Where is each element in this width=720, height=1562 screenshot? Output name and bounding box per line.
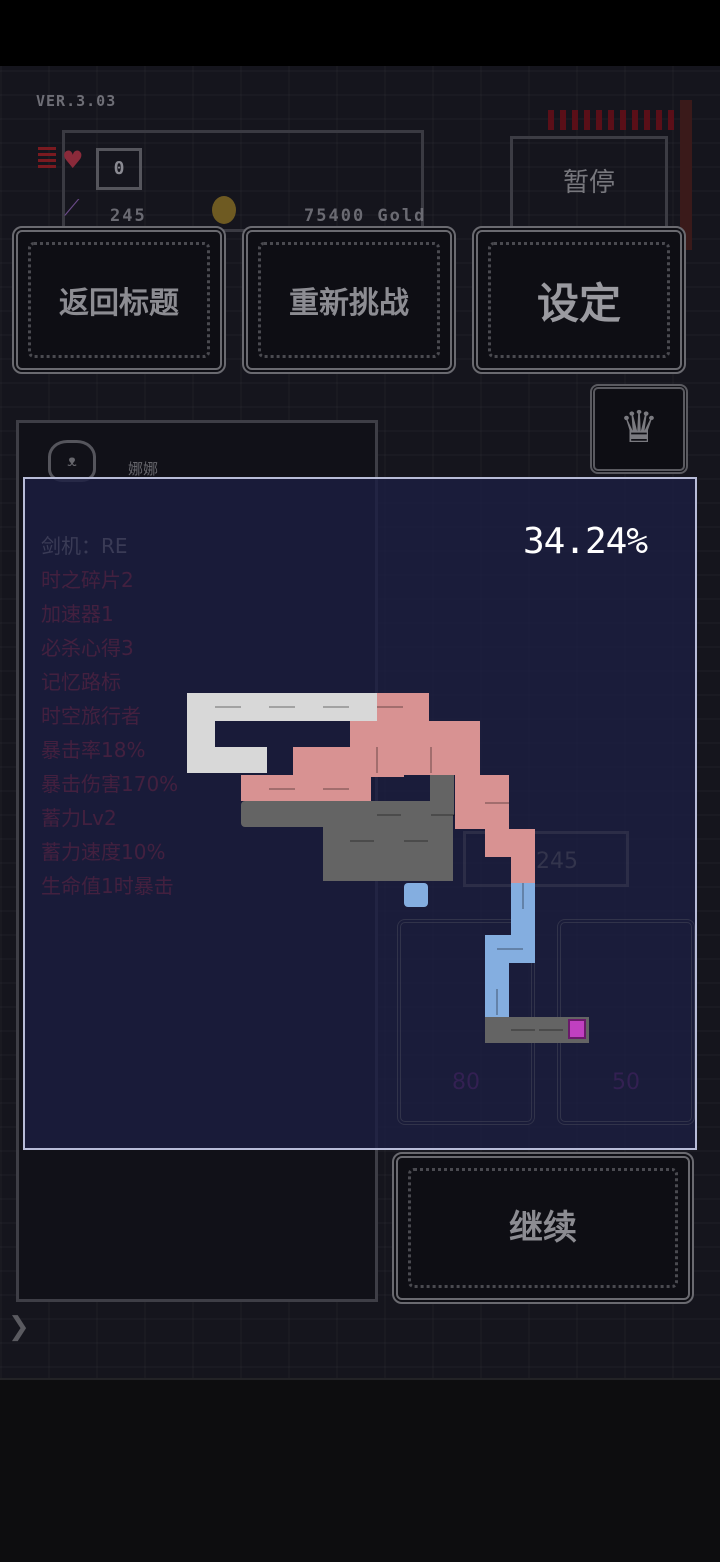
exploration-progress: 34.24% (522, 521, 648, 562)
pause-button[interactable]: 暂停 (510, 136, 668, 230)
retry-button[interactable]: 重新挑战 (242, 226, 456, 374)
spike-decoration (38, 146, 56, 168)
cat-avatar-icon: ᴥ (48, 440, 96, 482)
return-title-label: 返回标题 (59, 286, 179, 321)
gold-amount: 75400 Gold (304, 206, 427, 226)
menu-corner-icon[interactable]: ❯ (8, 1310, 30, 1344)
crown-button[interactable]: ♛ (590, 384, 688, 474)
settings-button[interactable]: 设定 (472, 226, 686, 374)
button-frame (408, 1168, 678, 1288)
power-value: 245 (110, 206, 147, 226)
return-title-button[interactable]: 返回标题 (12, 226, 226, 374)
death-counter: 0 (96, 148, 142, 190)
settings-label: 设定 (536, 278, 621, 328)
heart-icon: ♥ (62, 146, 84, 174)
map-overlay[interactable]: 剑机：RE 时之碎片2 加速器1 必杀心得3 记忆路标 时空旅行者 暴击率18%… (23, 477, 697, 1150)
dungeon-map (187, 693, 589, 1043)
current-location-marker (568, 1019, 586, 1039)
bottom-area (0, 1378, 720, 1562)
spike-decoration-top (548, 110, 688, 130)
sword-icon: ⟋ (64, 196, 80, 221)
crown-icon: ♛ (619, 402, 659, 453)
retry-label: 重新挑战 (289, 286, 409, 321)
status-bar-area (0, 0, 720, 66)
continue-button[interactable]: 继续 (392, 1152, 694, 1304)
coin-icon (212, 196, 236, 224)
version-label: VER.3.03 (36, 92, 117, 110)
character-name: 娜娜 (128, 460, 159, 478)
